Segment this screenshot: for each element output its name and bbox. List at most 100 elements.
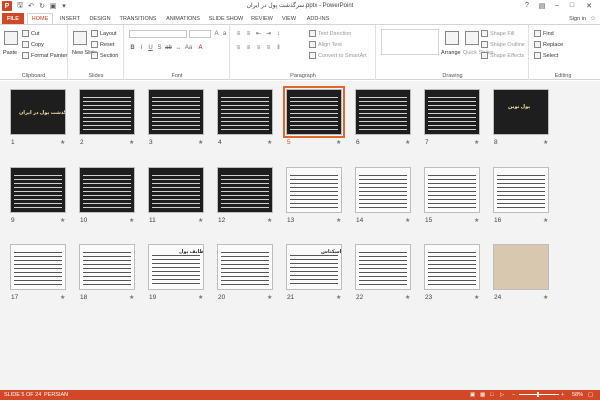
tab-design[interactable]: DESIGN [86,13,114,24]
grow-font-icon[interactable]: A [213,30,220,37]
section-button[interactable]: Section [91,52,118,59]
animation-star-icon[interactable]: ★ [129,139,134,146]
reading-view-icon[interactable]: □ [490,392,493,398]
slide-thumbnail[interactable]: سرگذشت پول در ایران [10,89,66,135]
slide-thumbnail[interactable] [79,167,135,213]
justify-icon[interactable]: ≡ [265,44,272,51]
decrease-indent-icon[interactable]: ⇤ [255,30,262,37]
maximize-icon[interactable]: □ [565,0,579,11]
zoom-level[interactable]: 58% [572,392,583,398]
animation-star-icon[interactable]: ★ [129,217,134,224]
slide-thumbnail[interactable] [148,167,204,213]
bold-icon[interactable]: B [129,44,136,51]
animation-star-icon[interactable]: ★ [267,217,272,224]
text-direction-button[interactable]: Text Direction [309,30,351,37]
arrange-button[interactable]: Arrange [441,50,461,56]
shape-fill-button[interactable]: Shape Fill [481,30,514,37]
slide-thumbnail[interactable] [283,86,345,138]
animation-star-icon[interactable]: ★ [405,217,410,224]
layout-button[interactable]: Layout [91,30,117,37]
animation-star-icon[interactable]: ★ [543,294,548,301]
underline-icon[interactable]: U [147,44,154,51]
animation-star-icon[interactable]: ★ [474,294,479,301]
shape-outline-button[interactable]: Shape Outline [481,41,525,48]
ribbon-display-icon[interactable]: ▤ [535,0,549,11]
minimize-icon[interactable]: – [550,0,564,11]
slide-thumbnail[interactable]: وظایف پول [148,244,204,290]
tab-transitions[interactable]: TRANSITIONS [117,13,159,24]
columns-icon[interactable]: ‖ [275,44,282,51]
slide-thumbnail[interactable] [355,244,411,290]
slide-thumbnail[interactable]: پول نوین [493,89,549,135]
animation-star-icon[interactable]: ★ [336,217,341,224]
select-button[interactable]: Select [534,52,558,59]
fit-slide-icon[interactable]: ▢ [588,392,593,398]
font-name-box[interactable] [129,30,187,38]
animation-star-icon[interactable]: ★ [336,139,341,146]
reset-button[interactable]: Reset [91,41,114,48]
shapes-gallery[interactable] [381,29,439,55]
replace-button[interactable]: Replace [534,41,563,48]
animation-star-icon[interactable]: ★ [543,217,548,224]
tab-slide-show[interactable]: SLIDE SHOW [207,13,245,24]
align-text-button[interactable]: Align Text [309,41,342,48]
align-right-icon[interactable]: ≡ [255,44,262,51]
paste-icon[interactable] [4,31,18,45]
change-case-icon[interactable]: Aa [185,44,192,51]
line-spacing-icon[interactable]: ↕ [275,30,282,37]
slide-thumbnail[interactable] [424,244,480,290]
shadow-icon[interactable]: S [156,44,163,51]
slide-sorter[interactable]: سرگذشت پول در ایران 1 ★ 2 ★ 3 ★ 4 ★ 5 ★ 6 ★ 7 ★ پول نوی… [0,81,600,390]
align-left-icon[interactable]: ≡ [235,44,242,51]
slide-thumbnail[interactable] [148,89,204,135]
font-size-box[interactable] [189,30,211,38]
animation-star-icon[interactable]: ★ [474,139,479,146]
slide-thumbnail[interactable] [217,167,273,213]
copy-button[interactable]: Copy [22,41,44,48]
italic-icon[interactable]: I [138,44,145,51]
paste-button[interactable]: Paste [3,50,17,56]
slide-thumbnail[interactable] [10,244,66,290]
animation-star-icon[interactable]: ★ [474,217,479,224]
tab-insert[interactable]: INSERT [56,13,84,24]
bullets-icon[interactable]: ≡ [235,30,242,37]
animation-star-icon[interactable]: ★ [129,294,134,301]
cut-button[interactable]: Cut [22,30,40,37]
animation-star-icon[interactable]: ★ [267,139,272,146]
sign-in-link[interactable]: Sign in [569,16,586,22]
slide-thumbnail[interactable] [217,244,273,290]
slide-thumbnail[interactable] [79,244,135,290]
slide-thumbnail[interactable] [286,167,342,213]
animation-star-icon[interactable]: ★ [543,139,548,146]
slideshow-view-icon[interactable]: ▷ [500,392,504,398]
numbering-icon[interactable]: ≡ [245,30,252,37]
tab-animations[interactable]: ANIMATIONS [162,13,204,24]
slide-thumbnail[interactable] [493,244,549,290]
convert-smartart-button[interactable]: Convert to SmartArt [309,52,367,59]
slide-thumbnail[interactable] [424,167,480,213]
close-icon[interactable]: ✕ [582,0,596,11]
slide-thumbnail[interactable] [217,89,273,135]
tab-review[interactable]: REVIEW [248,13,276,24]
tab-home[interactable]: HOME [27,13,53,24]
slide-thumbnail[interactable] [424,89,480,135]
help-icon[interactable]: ? [520,0,534,11]
animation-star-icon[interactable]: ★ [267,294,272,301]
animation-star-icon[interactable]: ★ [405,294,410,301]
slide-thumbnail[interactable] [493,167,549,213]
increase-indent-icon[interactable]: ⇥ [265,30,272,37]
animation-star-icon[interactable]: ★ [198,217,203,224]
arrange-icon[interactable] [445,31,459,45]
quick-styles-icon[interactable] [465,31,479,45]
animation-star-icon[interactable]: ★ [60,294,65,301]
format-painter-button[interactable]: Format Painter [22,52,67,59]
slide-thumbnail[interactable] [10,167,66,213]
normal-view-icon[interactable]: ▣ [470,392,475,398]
slide-thumbnail[interactable] [79,89,135,135]
strikethrough-icon[interactable]: ab [165,44,172,51]
animation-star-icon[interactable]: ★ [405,139,410,146]
animation-star-icon[interactable]: ★ [198,139,203,146]
align-center-icon[interactable]: ≡ [245,44,252,51]
new-slide-icon[interactable] [73,31,87,45]
account-icon[interactable]: ☺ [590,16,596,22]
